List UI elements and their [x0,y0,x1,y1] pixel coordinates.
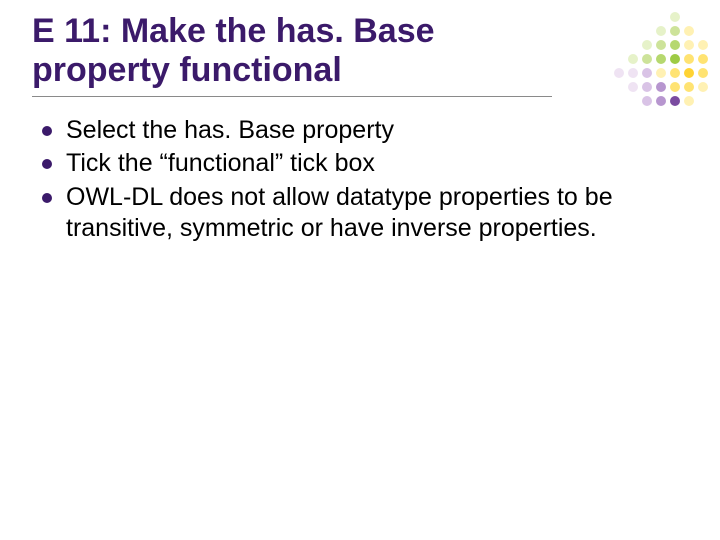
dot-icon [696,94,710,108]
dot-icon [654,94,668,108]
dot-icon [612,94,626,108]
bullet-text: Tick the “functional” tick box [66,149,375,177]
body-bullet-list: Select the has. Base property Tick the “… [38,115,688,244]
list-item: OWL-DL does not allow datatype propertie… [38,182,688,245]
dot-icon [696,38,710,52]
bullet-text: OWL-DL does not allow datatype propertie… [66,183,613,242]
dot-icon [696,10,710,24]
title-block: E 11: Make the has. Base property functi… [32,12,688,90]
slide-title: E 11: Make the has. Base property functi… [32,12,528,90]
title-divider [32,96,552,97]
bullet-text: Select the has. Base property [66,116,394,144]
dot-icon [696,52,710,66]
list-item: Tick the “functional” tick box [38,148,688,179]
slide: E 11: Make the has. Base property functi… [0,0,720,540]
dot-icon [696,80,710,94]
dot-icon [640,94,654,108]
dot-icon [626,94,640,108]
list-item: Select the has. Base property [38,115,688,146]
dot-icon [682,94,696,108]
dot-icon [668,94,682,108]
dot-icon [696,66,710,80]
dot-icon [696,24,710,38]
